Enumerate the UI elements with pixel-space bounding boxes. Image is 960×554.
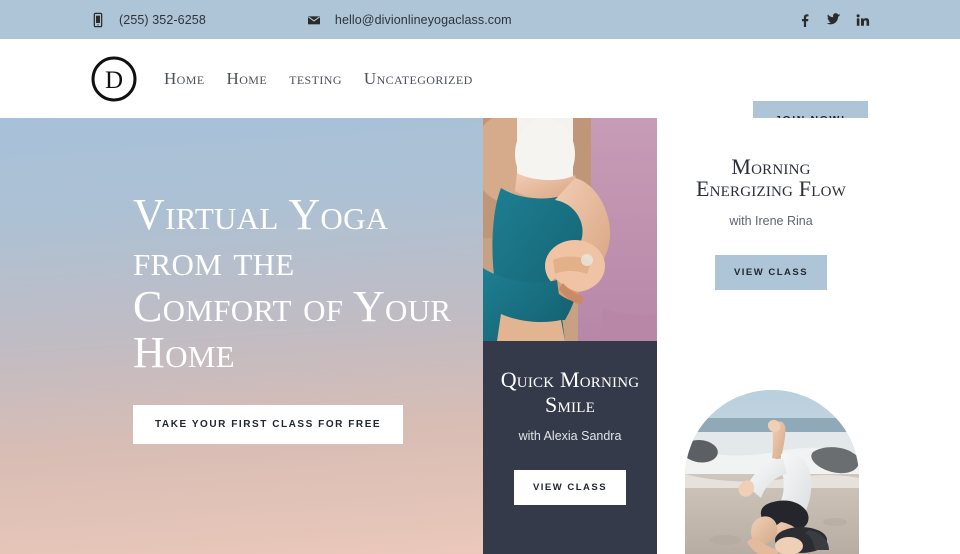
view-class-button-morning-energizing-flow[interactable]: VIEW CLASS (714, 255, 828, 290)
middle-column: Quick Morning Smile with Alexia Sandra V… (483, 118, 657, 554)
hero-heading: Virtual Yoga from the Comfort of Your Ho… (133, 190, 452, 377)
social-links (797, 0, 870, 39)
free-class-button[interactable]: TAKE YOUR FIRST CLASS FOR FREE (133, 405, 404, 444)
main-navigation: D Home Home testing Uncategorized JOIN N… (0, 39, 960, 139)
envelope-icon (307, 15, 320, 24)
class-instructor: with Alexia Sandra (518, 429, 622, 443)
right-column: Morning Energizing Flow with Irene Rina … (657, 118, 960, 554)
email-contact[interactable]: hello@divionlineyogaclass.com (306, 0, 512, 39)
class-card-quick-morning-smile: Quick Morning Smile with Alexia Sandra V… (483, 341, 657, 554)
mobile-phone-icon (93, 12, 103, 27)
beach-headstand-illustration (685, 390, 859, 554)
site-logo[interactable]: D (90, 55, 138, 103)
nav-item-uncategorized[interactable]: Uncategorized (353, 69, 484, 89)
hero-section: Virtual Yoga from the Comfort of Your Ho… (0, 118, 483, 554)
email-address: hello@divionlineyogaclass.com (334, 12, 512, 27)
nav-item-testing[interactable]: testing (278, 69, 353, 89)
class-instructor: with Irene Rina (729, 214, 813, 228)
divi-logo-icon: D (91, 56, 137, 101)
linkedin-icon[interactable] (855, 12, 870, 27)
hero-content: Virtual Yoga from the Comfort of Your Ho… (133, 192, 463, 444)
view-class-button-quick-morning-smile[interactable]: VIEW CLASS (513, 470, 627, 505)
class-card-morning-energizing-flow: Morning Energizing Flow with Irene Rina … (684, 118, 858, 290)
phone-number: (255) 352-6258 (119, 12, 206, 27)
meditating-woman-photo (483, 118, 657, 341)
nav-menu: Home Home testing Uncategorized (153, 69, 484, 89)
nav-item-home-1[interactable]: Home (153, 69, 216, 89)
nav-item-home-2[interactable]: Home (216, 69, 279, 89)
landing-page: (255) 352-6258 hello@divionlineyogaclass… (0, 0, 960, 554)
twitter-icon[interactable] (826, 12, 841, 27)
phone-contact[interactable]: (255) 352-6258 (90, 0, 206, 39)
class-title: Morning Energizing Flow (696, 154, 846, 201)
top-utility-bar: (255) 352-6258 hello@divionlineyogaclass… (0, 0, 960, 39)
facebook-icon[interactable] (797, 12, 812, 27)
beach-headstand-photo (685, 390, 859, 554)
class-title: Quick Morning Smile (500, 367, 640, 417)
meditating-woman-illustration (483, 118, 657, 341)
logo-letter: D (105, 67, 123, 94)
